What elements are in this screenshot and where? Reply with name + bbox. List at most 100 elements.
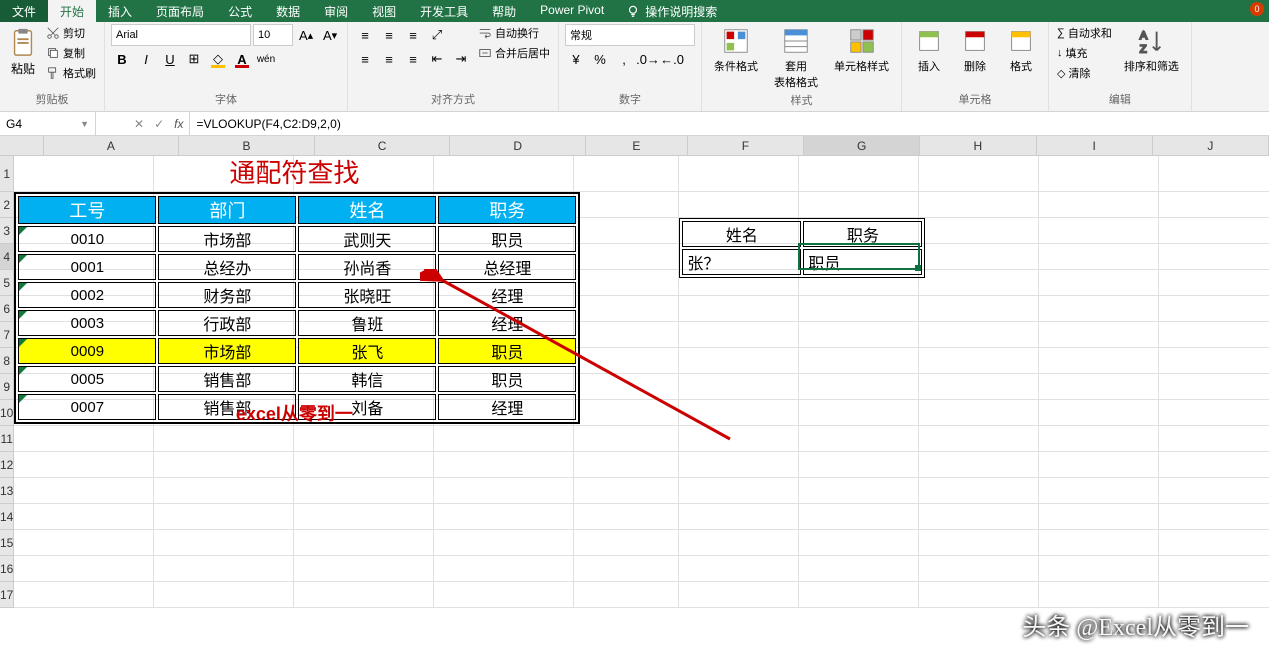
cell[interactable] [1159, 556, 1269, 582]
cell[interactable] [1039, 504, 1159, 530]
cell[interactable] [1039, 426, 1159, 452]
cell[interactable] [679, 322, 799, 348]
cell[interactable] [799, 582, 919, 608]
cell[interactable] [294, 452, 434, 478]
cut-button[interactable]: 剪切 [44, 24, 98, 42]
align-center-button[interactable]: ≡ [378, 48, 400, 70]
col-header[interactable]: J [1153, 136, 1269, 155]
cell[interactable] [679, 452, 799, 478]
formula-input[interactable]: =VLOOKUP(F4,C2:D9,2,0) [190, 112, 1269, 135]
col-header[interactable]: E [586, 136, 688, 155]
cell[interactable] [1039, 374, 1159, 400]
cell[interactable] [679, 374, 799, 400]
cell[interactable] [919, 582, 1039, 608]
cell[interactable] [1159, 296, 1269, 322]
cell[interactable] [679, 504, 799, 530]
cell[interactable] [1039, 192, 1159, 218]
row-header[interactable]: 4 [0, 244, 14, 270]
cell[interactable] [14, 556, 154, 582]
cell[interactable] [434, 530, 574, 556]
cell[interactable] [154, 452, 294, 478]
dec-decimal-button[interactable]: ←.0 [661, 48, 683, 70]
wrap-button[interactable]: 自动换行 [476, 24, 552, 42]
cell[interactable] [574, 218, 679, 244]
align-middle-button[interactable]: ≡ [378, 24, 400, 46]
copy-button[interactable]: 复制 [44, 44, 98, 62]
tab-data[interactable]: 数据 [264, 0, 312, 22]
cell[interactable] [574, 244, 679, 270]
tab-powerpivot[interactable]: Power Pivot [528, 0, 616, 22]
cell[interactable] [919, 530, 1039, 556]
clear-button[interactable]: ◇清除 [1055, 64, 1114, 82]
cell[interactable] [1159, 156, 1269, 192]
row-header[interactable]: 10 [0, 400, 14, 426]
cell[interactable] [919, 478, 1039, 504]
italic-button[interactable]: I [135, 48, 157, 70]
align-top-button[interactable]: ≡ [354, 24, 376, 46]
cell[interactable] [574, 374, 679, 400]
cell[interactable] [919, 296, 1039, 322]
cell[interactable] [574, 582, 679, 608]
cell[interactable] [799, 400, 919, 426]
cell[interactable] [679, 348, 799, 374]
tab-review[interactable]: 审阅 [312, 0, 360, 22]
row-header[interactable]: 12 [0, 452, 14, 478]
grow-font-button[interactable]: A▴ [295, 24, 317, 46]
cell[interactable] [919, 400, 1039, 426]
row-header[interactable]: 3 [0, 218, 14, 244]
cell[interactable] [919, 374, 1039, 400]
cell[interactable] [1159, 426, 1269, 452]
phonetic-button[interactable]: wén [255, 48, 277, 70]
cell[interactable] [919, 244, 1039, 270]
cell[interactable] [14, 452, 154, 478]
cell[interactable] [574, 400, 679, 426]
cell[interactable] [919, 556, 1039, 582]
cell[interactable] [294, 582, 434, 608]
font-name-input[interactable] [111, 24, 251, 46]
tab-help[interactable]: 帮助 [480, 0, 528, 22]
cell[interactable] [679, 156, 799, 192]
cell[interactable] [919, 348, 1039, 374]
row-header[interactable]: 5 [0, 270, 14, 296]
cell[interactable] [919, 322, 1039, 348]
col-header[interactable]: I [1037, 136, 1153, 155]
select-all-corner[interactable] [0, 136, 44, 155]
table-format-button[interactable]: 套用 表格格式 [768, 24, 824, 92]
cell[interactable] [919, 504, 1039, 530]
cell[interactable] [799, 374, 919, 400]
cell[interactable] [1159, 348, 1269, 374]
enter-formula-button[interactable]: ✓ [154, 117, 164, 131]
row-header[interactable]: 11 [0, 426, 14, 452]
cell[interactable] [574, 530, 679, 556]
tab-dev[interactable]: 开发工具 [408, 0, 480, 22]
cell[interactable] [434, 582, 574, 608]
delete-cells-button[interactable]: 删除 [954, 24, 996, 76]
row-header[interactable]: 16 [0, 556, 14, 582]
col-header[interactable]: G [804, 136, 920, 155]
cell[interactable] [799, 556, 919, 582]
cell[interactable] [14, 426, 154, 452]
cell[interactable] [1039, 348, 1159, 374]
number-format-select[interactable] [565, 24, 695, 46]
cell[interactable] [154, 478, 294, 504]
tab-home[interactable]: 开始 [48, 0, 96, 22]
col-header[interactable]: B [179, 136, 315, 155]
paste-button[interactable]: 粘贴 [6, 24, 40, 79]
cell[interactable] [1039, 218, 1159, 244]
fill-color-button[interactable]: ◇ [207, 48, 229, 70]
col-header[interactable]: A [44, 136, 180, 155]
fx-button[interactable]: fx [174, 117, 183, 131]
cell[interactable] [434, 426, 574, 452]
align-right-button[interactable]: ≡ [402, 48, 424, 70]
cell[interactable] [1039, 582, 1159, 608]
cell[interactable] [294, 556, 434, 582]
cell[interactable] [1039, 530, 1159, 556]
cell[interactable] [574, 348, 679, 374]
cell[interactable] [1159, 452, 1269, 478]
cell[interactable] [574, 452, 679, 478]
cell[interactable] [919, 452, 1039, 478]
cell[interactable] [919, 192, 1039, 218]
row-header[interactable]: 7 [0, 322, 14, 348]
cell[interactable] [574, 504, 679, 530]
percent-button[interactable]: % [589, 48, 611, 70]
